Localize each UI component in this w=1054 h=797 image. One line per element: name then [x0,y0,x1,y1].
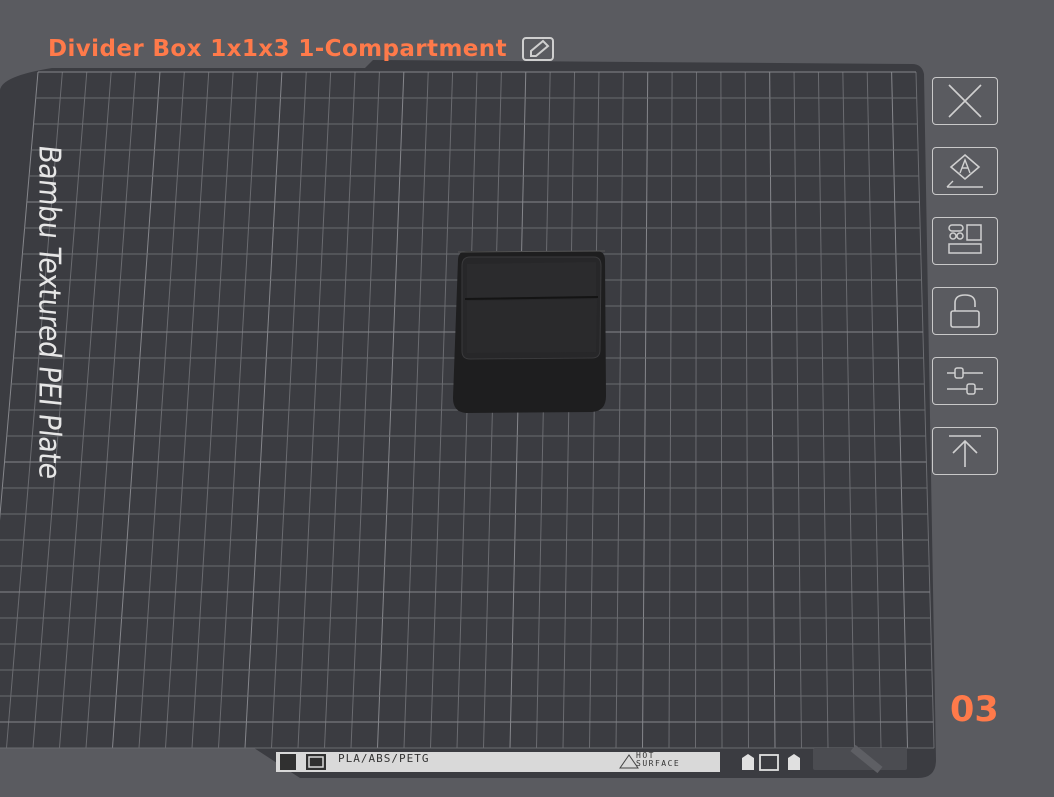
bambu-logo-icon [280,754,296,770]
auto-orient-button[interactable] [932,147,998,195]
arrange-button[interactable] [932,217,998,265]
close-icon [948,84,982,118]
move-top-icon [949,435,981,467]
close-plate-button[interactable] [932,77,998,125]
divider-box-model[interactable] [453,250,606,413]
bed-type-label: Bambu Textured PEI Plate [31,143,67,481]
build-plate[interactable] [0,0,1054,797]
lock-icon [950,294,980,328]
plate-settings-button[interactable] [932,357,998,405]
plate-toolbar [932,77,1004,497]
lock-button[interactable] [932,287,998,335]
sliders-icon [947,367,983,395]
arrange-icon [948,224,982,254]
move-to-top-button[interactable] [932,427,998,475]
plate-number: 03 [950,690,999,730]
plate-title-bar: Divider Box 1x1x3 1-Compartment [48,36,555,62]
plate-title: Divider Box 1x1x3 1-Compartment [48,36,507,62]
auto-orient-icon [946,153,983,188]
materials-label: PLA/ABS/PETG [338,752,430,765]
edit-name-icon[interactable] [521,36,555,62]
hot-label-line2: SURFACE [636,759,681,768]
hot-surface-label: HOT SURFACE [636,752,680,768]
